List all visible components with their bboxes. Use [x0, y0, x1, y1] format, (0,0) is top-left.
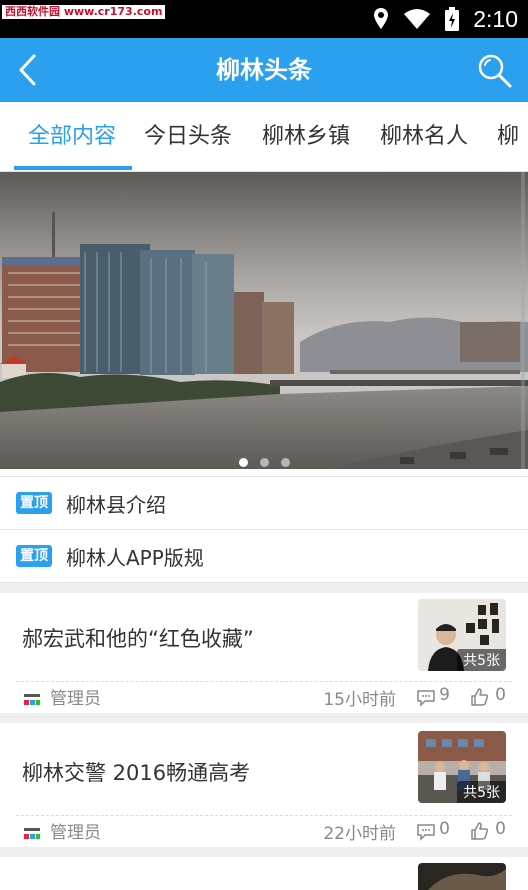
photo-count: 共5张 — [457, 781, 506, 803]
watermark: 西西软件园 www.cr173.com — [2, 5, 166, 19]
category-tabs: 全部内容 今日头条 柳林乡镇 柳林名人 柳 — [0, 102, 528, 172]
carousel-dot[interactable] — [238, 458, 248, 467]
section-divider — [0, 847, 528, 857]
thumbs-up-icon[interactable] — [470, 821, 490, 841]
like-count: 0 — [495, 685, 506, 705]
search-icon[interactable] — [474, 50, 514, 90]
page-title: 柳林头条 — [216, 56, 312, 84]
tab-all[interactable]: 全部内容 — [28, 102, 116, 171]
wifi-icon — [404, 9, 431, 29]
pinned-badge: 置顶 — [16, 545, 52, 567]
carousel-dot[interactable] — [280, 458, 290, 467]
photo-count: 共5张 — [457, 649, 506, 671]
tab-celebrities[interactable]: 柳林名人 — [380, 102, 468, 171]
battery-icon — [445, 7, 460, 31]
tab-towns[interactable]: 柳林乡镇 — [262, 102, 350, 171]
comment-icon[interactable] — [416, 823, 436, 841]
pinned-item[interactable]: 置顶 柳林县介绍 — [0, 477, 528, 530]
comment-icon[interactable] — [416, 689, 436, 707]
carousel-dots — [0, 452, 528, 471]
news-thumbnail-image — [418, 863, 506, 890]
banner-carousel[interactable] — [0, 172, 528, 469]
location-icon — [374, 8, 389, 29]
news-thumbnail — [418, 863, 506, 890]
section-divider — [0, 713, 528, 723]
status-icons: 2:10 — [373, 0, 518, 38]
pinned-title: 柳林县介绍 — [66, 492, 166, 517]
pinned-badge: 置顶 — [16, 492, 52, 514]
status-bar: 西西软件园 www.cr173.com 2:10 — [0, 0, 528, 38]
comment-count: 9 — [439, 685, 450, 705]
pinned-title: 柳林人APP版规 — [66, 545, 204, 570]
news-meta: 管理员 22小时前 0 0 — [0, 816, 528, 848]
news-card[interactable] — [0, 857, 528, 890]
banner-image — [0, 172, 528, 469]
timestamp: 22小时前 — [323, 824, 396, 844]
tab-more[interactable]: 柳 — [497, 102, 519, 171]
news-thumbnail: 共5张 — [418, 599, 506, 671]
thumbs-up-icon[interactable] — [470, 687, 490, 707]
news-title: 柳林交警 2016畅通高考 — [22, 761, 251, 785]
news-meta: 管理员 15小时前 9 0 — [0, 682, 528, 714]
active-tab-indicator — [14, 166, 132, 170]
like-count: 0 — [495, 819, 506, 839]
app-bar: 柳林头条 — [0, 38, 528, 102]
tab-today[interactable]: 今日头条 — [144, 102, 232, 171]
news-card[interactable]: 郝宏武和他的“红色收藏” 共5张 管理员 15小时前 9 0 — [0, 593, 528, 713]
news-card[interactable]: 柳林交警 2016畅通高考 共5张 管理员 22小时前 0 0 — [0, 723, 528, 847]
author: 管理员 — [50, 823, 101, 843]
section-divider — [0, 583, 528, 593]
pinned-list: 置顶 柳林县介绍 置顶 柳林人APP版规 — [0, 476, 528, 583]
author: 管理员 — [50, 689, 101, 709]
news-thumbnail: 共5张 — [418, 731, 506, 803]
timestamp: 15小时前 — [323, 690, 396, 710]
app-logo-icon — [24, 694, 40, 705]
carousel-dot[interactable] — [259, 458, 269, 467]
pinned-item[interactable]: 置顶 柳林人APP版规 — [0, 530, 528, 583]
clock: 2:10 — [473, 5, 518, 32]
news-title: 郝宏武和他的“红色收藏” — [22, 627, 254, 651]
comment-count: 0 — [439, 819, 450, 839]
app-logo-icon — [24, 828, 40, 839]
